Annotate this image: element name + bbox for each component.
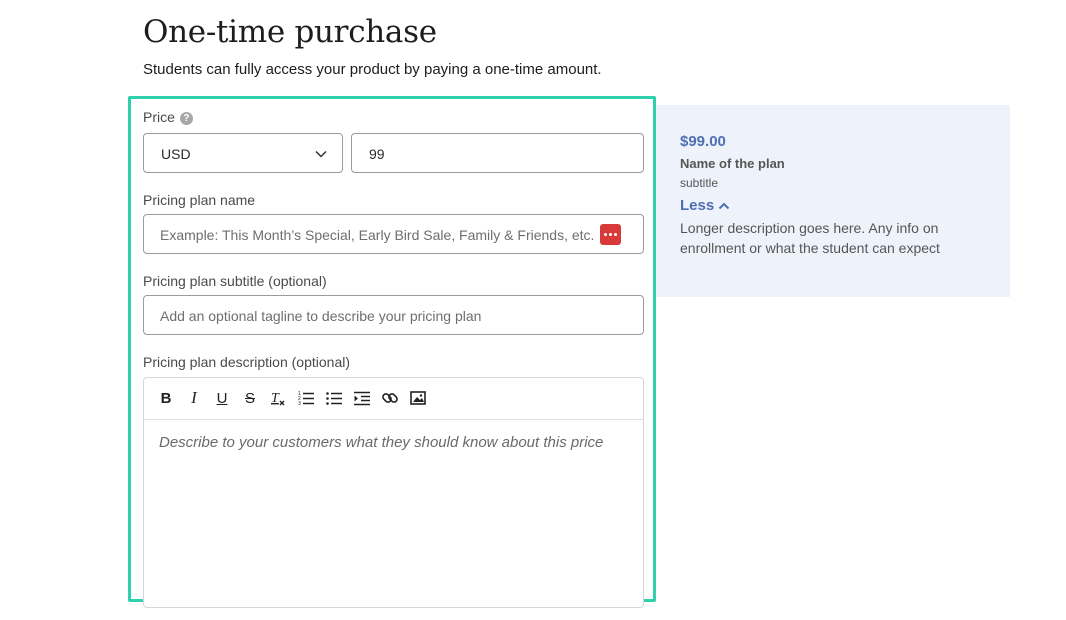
question-circle-icon[interactable]: ? xyxy=(179,112,193,125)
image-icon[interactable] xyxy=(409,389,427,407)
price-amount-input[interactable]: 99 xyxy=(351,133,644,173)
preview-less-label: Less xyxy=(680,197,715,214)
clear-format-icon[interactable]: T xyxy=(269,389,287,407)
bullet-list-icon[interactable] xyxy=(325,389,343,407)
description-placeholder: Describe to your customers what they sho… xyxy=(159,434,604,451)
plan-preview-card: $99.00 Name of the plan subtitle Less Lo… xyxy=(656,105,1010,297)
editor-toolbar: B I U S T 123 xyxy=(144,378,643,420)
link-icon[interactable] xyxy=(381,389,399,407)
description-editor[interactable]: B I U S T 123 Describe to your customers… xyxy=(143,377,644,608)
chevron-down-icon xyxy=(315,150,327,158)
plan-description-label: Pricing plan description (optional) xyxy=(143,354,350,370)
strikethrough-icon[interactable]: S xyxy=(241,389,259,407)
italic-icon[interactable]: I xyxy=(185,388,203,407)
currency-value: USD xyxy=(161,146,191,162)
preview-subtitle: subtitle xyxy=(680,176,719,190)
plan-name-input[interactable]: Example: This Month’s Special, Early Bir… xyxy=(143,214,644,254)
plan-subtitle-input[interactable]: Add an optional tagline to describe your… xyxy=(143,295,644,335)
indent-icon[interactable] xyxy=(353,389,371,407)
plan-subtitle-label: Pricing plan subtitle (optional) xyxy=(143,273,327,289)
plan-name-placeholder: Example: This Month’s Special, Early Bir… xyxy=(160,227,595,243)
price-label-text: Price xyxy=(143,109,175,125)
chevron-up-icon xyxy=(718,202,730,209)
svg-text:T: T xyxy=(271,391,280,406)
svg-text:3: 3 xyxy=(298,401,301,407)
page-title: One-time purchase xyxy=(143,14,437,50)
ordered-list-icon[interactable]: 123 xyxy=(297,389,315,407)
page-subtitle: Students can fully access your product b… xyxy=(143,61,602,78)
currency-select[interactable]: USD xyxy=(143,133,343,173)
price-label: Price? xyxy=(143,109,193,125)
price-amount-value: 99 xyxy=(369,146,385,162)
preview-price: $99.00 xyxy=(680,133,726,150)
preview-plan-name: Name of the plan xyxy=(680,156,785,171)
bold-icon[interactable]: B xyxy=(157,389,175,407)
preview-description: Longer description goes here. Any info o… xyxy=(680,220,940,256)
underline-icon[interactable]: U xyxy=(213,389,231,407)
plan-name-label: Pricing plan name xyxy=(143,192,256,208)
preview-less-toggle[interactable]: Less xyxy=(680,197,730,214)
password-manager-icon[interactable] xyxy=(600,224,621,245)
plan-subtitle-placeholder: Add an optional tagline to describe your… xyxy=(160,308,482,324)
